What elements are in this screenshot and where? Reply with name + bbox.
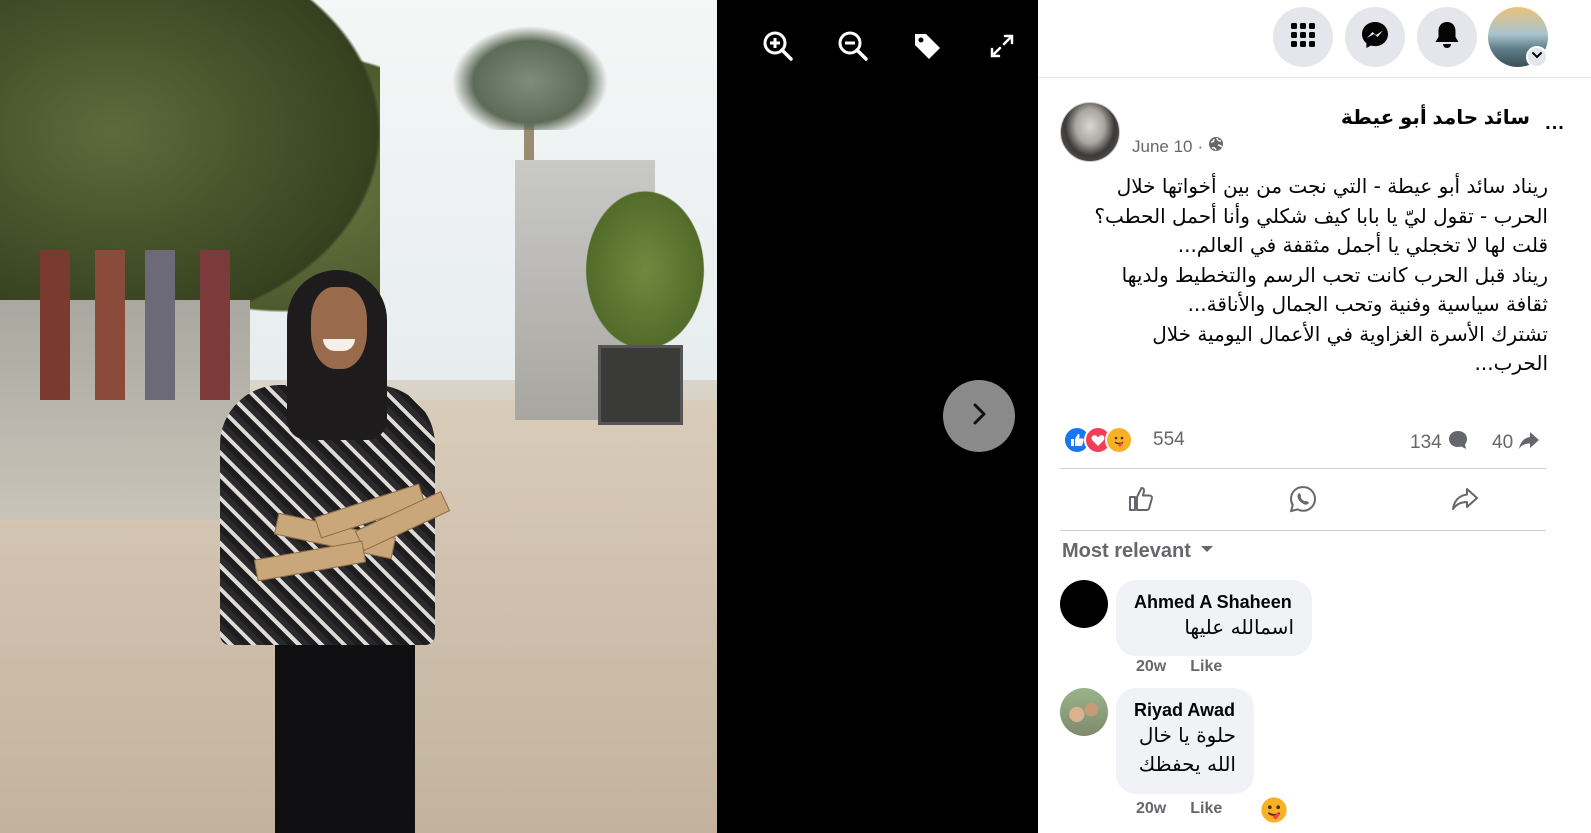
post-side-panel: سائد حامد أبو عيطة June 10 · ... ريناد س… bbox=[1038, 0, 1591, 833]
divider bbox=[1060, 468, 1546, 469]
account-menu-caret[interactable] bbox=[1526, 46, 1548, 68]
post-meta: June 10 · bbox=[1132, 136, 1224, 157]
photo-palm-leaves bbox=[430, 10, 630, 130]
photo-girl bbox=[215, 270, 451, 833]
post-text-line: قلت لها لا تخجلي يا أجمل مثقفة في العالم… bbox=[1177, 233, 1548, 257]
share-icon bbox=[1450, 484, 1480, 519]
author-avatar[interactable] bbox=[1060, 102, 1120, 162]
tag-icon[interactable] bbox=[909, 28, 945, 64]
whatsapp-share-button[interactable] bbox=[1263, 478, 1343, 524]
comment-text-line: الله يحفظك bbox=[1138, 752, 1236, 776]
caret-down-icon bbox=[1199, 540, 1215, 563]
messenger-icon bbox=[1360, 20, 1390, 55]
share-count-value: 40 bbox=[1492, 432, 1514, 453]
commenter-name[interactable]: Ahmed A Shaheen bbox=[1134, 592, 1294, 613]
comment-like-link[interactable]: Like bbox=[1190, 658, 1222, 676]
reaction-icons[interactable] bbox=[1063, 426, 1133, 454]
post-photo[interactable] bbox=[0, 0, 717, 833]
messenger-button[interactable] bbox=[1345, 7, 1405, 67]
whatsapp-icon bbox=[1288, 484, 1318, 519]
comment-text-line: حلوة يا خال bbox=[1138, 723, 1236, 747]
comment-like-link[interactable]: Like bbox=[1190, 800, 1222, 818]
menu-grid-icon bbox=[1289, 21, 1317, 54]
care-reaction-icon bbox=[1260, 797, 1288, 828]
care-reaction-icon bbox=[1105, 426, 1133, 454]
comment-bubble: Riyad Awad حلوة يا خال الله يحفظك bbox=[1116, 688, 1254, 794]
comment-bubble: Ahmed A Shaheen اسمالله عليها bbox=[1116, 580, 1312, 656]
commenter-avatar[interactable] bbox=[1060, 580, 1108, 628]
menu-button[interactable] bbox=[1273, 7, 1333, 67]
photo-hanging-cloth bbox=[40, 250, 70, 400]
comment-time[interactable]: 20w bbox=[1136, 658, 1166, 676]
post-header: سائد حامد أبو عيطة June 10 · ... bbox=[1060, 100, 1570, 164]
comments-sort-dropdown[interactable]: Most relevant bbox=[1062, 540, 1215, 563]
post-text: ريناد سائد أبو عيطة - التي نجت من بين أخ… bbox=[1060, 172, 1548, 379]
reactions-summary: 554 134 40 bbox=[1060, 422, 1570, 458]
meta-separator: · bbox=[1197, 136, 1204, 156]
notifications-button[interactable] bbox=[1417, 7, 1477, 67]
next-photo-button[interactable] bbox=[943, 380, 1015, 452]
post-text-line: الحرب... bbox=[1474, 351, 1549, 375]
fullscreen-icon[interactable] bbox=[984, 28, 1020, 64]
post-date[interactable]: June 10 bbox=[1132, 137, 1193, 157]
share-button[interactable] bbox=[1425, 478, 1505, 524]
zoom-in-icon[interactable] bbox=[760, 28, 796, 64]
photo-girl-face bbox=[311, 287, 367, 369]
post-text-line: ريناد سائد أبو عيطة - التي نجت من بين أخ… bbox=[1116, 174, 1548, 198]
zoom-out-icon[interactable] bbox=[835, 28, 871, 64]
commenter-avatar[interactable] bbox=[1060, 688, 1108, 736]
comment-meta: 20w Like bbox=[1136, 800, 1222, 818]
share-count[interactable]: 40 bbox=[1492, 428, 1541, 458]
comment-item: Ahmed A Shaheen اسمالله عليها 20w Like bbox=[1060, 580, 1540, 680]
comment-text: اسمالله عليها bbox=[1184, 615, 1294, 639]
photo-firewood bbox=[253, 480, 455, 582]
comment-time[interactable]: 20w bbox=[1136, 800, 1166, 818]
facebook-photo-viewer: سائد حامد أبو عيطة June 10 · ... ريناد س… bbox=[0, 0, 1591, 833]
globe-icon bbox=[1208, 136, 1224, 157]
post-text-line: ثقافة سياسية وفنية وتحب الجمال والأناقة.… bbox=[1187, 292, 1548, 316]
divider bbox=[1060, 530, 1546, 531]
share-arrow-icon bbox=[1517, 428, 1541, 458]
post-text-line: ريناد قبل الحرب كانت تحب الرسم والتخطيط … bbox=[1121, 262, 1548, 287]
photo-girl-pants bbox=[275, 640, 415, 833]
chevron-down-icon bbox=[1531, 48, 1543, 66]
photo-hanging-cloth bbox=[145, 250, 175, 400]
post-text-line: الحرب - تقول ليّ يا بابا كيف شكلي وأنا أ… bbox=[1094, 203, 1548, 228]
post-actions bbox=[1060, 478, 1546, 524]
viewer-toolbar bbox=[760, 28, 1020, 64]
comment-meta: 20w Like bbox=[1136, 658, 1222, 676]
sort-label: Most relevant bbox=[1062, 540, 1191, 562]
author-name[interactable]: سائد حامد أبو عيطة bbox=[1341, 105, 1530, 130]
post-options-button[interactable]: ... bbox=[1540, 108, 1570, 138]
comment-bubble-icon bbox=[1446, 428, 1470, 458]
top-navigation bbox=[1038, 0, 1591, 78]
like-icon bbox=[1126, 484, 1156, 519]
comment-count[interactable]: 134 bbox=[1410, 428, 1470, 458]
notifications-bell-icon bbox=[1433, 20, 1461, 55]
photo-hanging-cloth bbox=[95, 250, 125, 400]
post-text-line: تشترك الأسرة الغزاوية في الأعمال اليومية… bbox=[1152, 321, 1548, 346]
like-button[interactable] bbox=[1101, 478, 1181, 524]
photo-water-tank bbox=[598, 345, 683, 425]
chevron-right-icon bbox=[965, 400, 993, 433]
comment-count-value: 134 bbox=[1410, 432, 1442, 453]
photo-tree-right bbox=[570, 170, 717, 370]
reaction-count[interactable]: 554 bbox=[1153, 429, 1185, 451]
comment-item: Riyad Awad حلوة يا خال الله يحفظك 20w Li… bbox=[1060, 688, 1540, 833]
comment-care-reaction[interactable] bbox=[1260, 796, 1288, 829]
commenter-name[interactable]: Riyad Awad bbox=[1134, 700, 1236, 721]
